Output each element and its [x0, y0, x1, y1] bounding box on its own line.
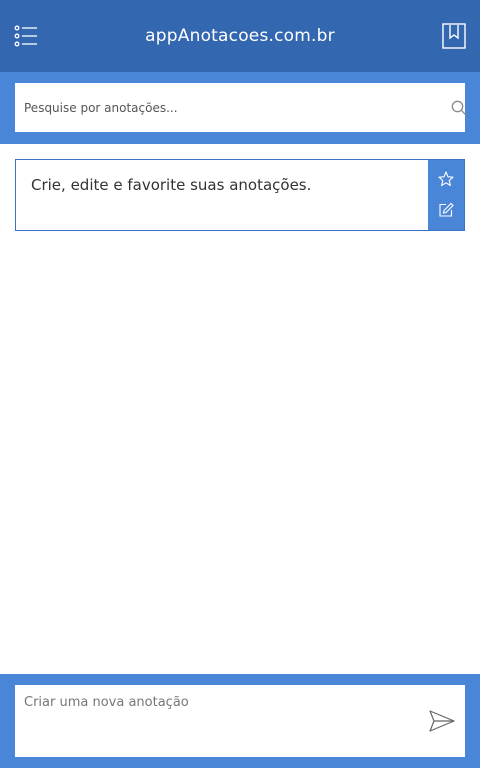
- star-icon[interactable]: [438, 171, 454, 187]
- note-text: Crie, edite e favorite suas anotações.: [31, 176, 312, 194]
- composer-bar: [0, 674, 480, 768]
- note-card[interactable]: Crie, edite e favorite suas anotações.: [15, 159, 465, 231]
- search-input[interactable]: [15, 83, 425, 132]
- note-actions: [428, 160, 464, 230]
- app-root: appAnotacoes.com.br Crie, edite e favori…: [0, 0, 480, 768]
- send-icon[interactable]: [429, 710, 455, 732]
- app-header: appAnotacoes.com.br: [0, 0, 480, 72]
- search-bar: [0, 72, 480, 144]
- list-menu-icon[interactable]: [14, 24, 38, 48]
- search-box: [15, 83, 467, 132]
- edit-icon[interactable]: [438, 202, 454, 218]
- app-title: appAnotacoes.com.br: [145, 26, 335, 46]
- search-icon[interactable]: [451, 100, 467, 116]
- bookmark-icon[interactable]: [442, 23, 466, 49]
- composer-box: [15, 685, 465, 757]
- new-note-input[interactable]: [15, 685, 425, 757]
